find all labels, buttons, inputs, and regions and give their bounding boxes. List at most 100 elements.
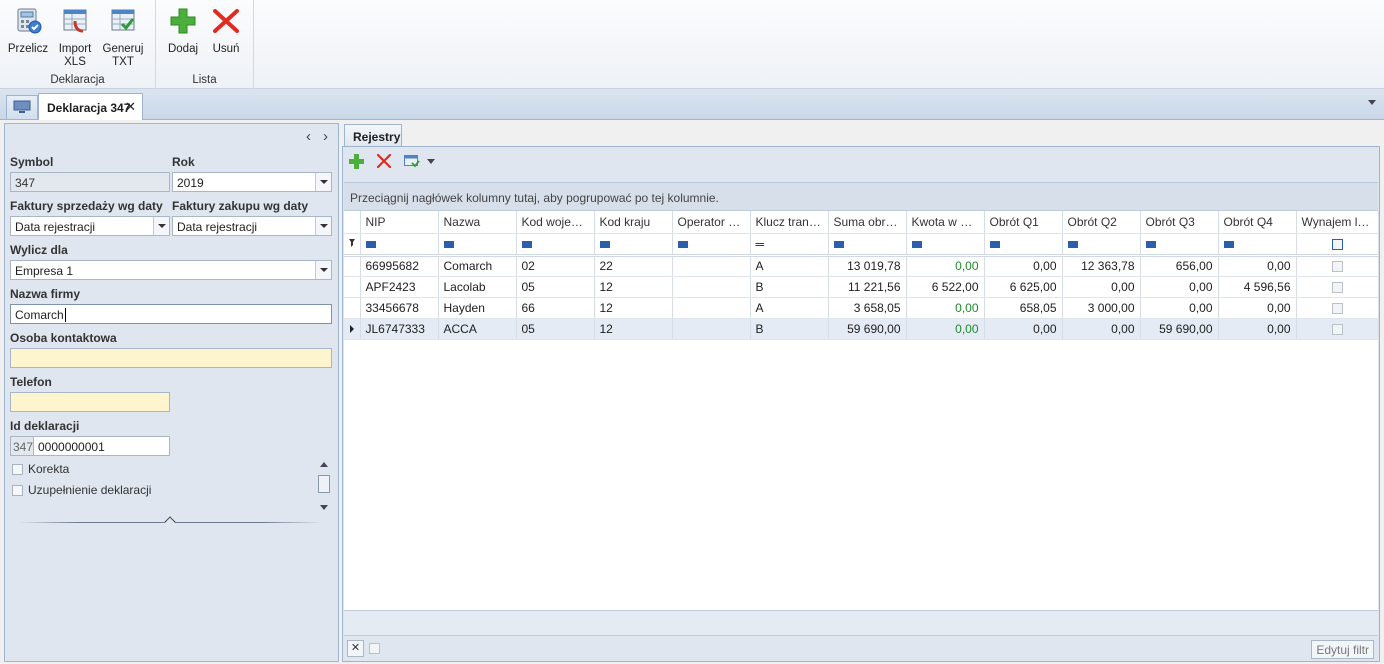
generuj-txt-button[interactable]: Generuj TXT [100,4,146,69]
table-cell[interactable]: 66 [516,297,595,319]
table-cell[interactable]: A [750,297,829,319]
table-cell[interactable]: ACCA [438,318,517,340]
table-cell[interactable]: 22 [594,255,673,277]
chevron-down-icon[interactable] [315,173,331,191]
edit-filter-button[interactable]: Edytuj filtr [1311,640,1374,659]
table-cell[interactable]: 0,00 [1140,276,1219,298]
wynajem-checkbox[interactable] [1331,323,1343,335]
wynajem-checkbox[interactable] [1331,302,1343,314]
export-dropdown-icon[interactable] [427,159,435,164]
table-cell[interactable]: B [750,318,829,340]
rok-select[interactable]: 2019 [172,172,332,192]
table-cell[interactable]: Lacolab [438,276,517,298]
column-header[interactable]: Kod wojew... [516,211,595,234]
filter-enabled-checkbox[interactable] [366,640,383,657]
table-cell[interactable]: 11 221,56 [828,276,907,298]
filter-cell[interactable] [1140,233,1219,257]
table-row[interactable]: 33456678 Hayden 66 12 A 3 658,05 0,00 658,05 3 0… [344,297,1379,319]
table-cell[interactable]: 66995682 [360,255,439,277]
nav-prev-icon[interactable]: ‹ [306,128,311,145]
table-cell[interactable] [672,276,751,298]
column-header[interactable]: Nazwa [438,211,517,234]
table-cell[interactable]: 3 000,00 [1062,297,1141,319]
table-cell[interactable]: 12 [594,276,673,298]
table-cell[interactable]: 6 522,00 [906,276,985,298]
table-cell[interactable]: 658,05 [984,297,1063,319]
przelicz-button[interactable]: Przelicz [6,4,50,56]
table-cell[interactable]: 0,00 [1218,255,1297,277]
table-cell[interactable]: APF2423 [360,276,439,298]
sales-date-select[interactable]: Data rejestracji [10,216,170,236]
table-cell[interactable]: 0,00 [1062,318,1141,340]
scroll-up-icon[interactable] [320,462,328,467]
wynajem-checkbox[interactable] [1331,281,1343,293]
column-header[interactable]: Suma obrot... [828,211,907,234]
table-cell[interactable]: 02 [516,255,595,277]
table-cell[interactable]: 0,00 [984,255,1063,277]
column-header[interactable]: Operator w... [672,211,751,234]
table-cell[interactable]: 0,00 [1218,318,1297,340]
table-cell[interactable]: 0,00 [906,318,985,340]
filter-pin-icon[interactable] [344,233,361,257]
table-cell[interactable]: 59 690,00 [1140,318,1219,340]
table-cell[interactable]: 59 690,00 [828,318,907,340]
scroll-thumb[interactable] [318,475,330,493]
column-header[interactable]: Obrót Q2 [1062,211,1141,234]
filter-cell[interactable] [1218,233,1297,257]
table-row[interactable]: 66995682 Comarch 02 22 A 13 019,78 0,00 0,00 12 … [344,255,1379,277]
table-cell[interactable]: 656,00 [1140,255,1219,277]
filter-cell[interactable] [672,233,751,257]
column-header[interactable]: Obrót Q3 [1140,211,1219,234]
column-header[interactable]: Klucz transa... [750,211,829,234]
table-cell[interactable]: 6 625,00 [984,276,1063,298]
table-cell[interactable] [672,255,751,277]
filter-cell[interactable] [516,233,595,257]
table-cell[interactable]: 12 [594,297,673,319]
tab-rejestry[interactable]: Rejestry [344,124,402,147]
filter-cell[interactable] [360,233,439,257]
tab-deklaracja-347[interactable]: Deklaracja 347 ✕ [38,93,143,120]
table-cell[interactable]: Comarch [438,255,517,277]
clear-filter-icon[interactable]: ✕ [347,640,364,657]
table-cell[interactable] [1296,318,1379,340]
scroll-down-icon[interactable] [320,505,328,510]
table-cell[interactable]: Hayden [438,297,517,319]
purchase-date-select[interactable]: Data rejestracji [172,216,332,236]
home-tab[interactable] [6,95,38,119]
table-cell[interactable] [1296,297,1379,319]
table-cell[interactable]: B [750,276,829,298]
add-row-icon[interactable] [349,154,364,169]
column-header[interactable]: Kwota w go... [906,211,985,234]
table-cell[interactable]: A [750,255,829,277]
export-grid-icon[interactable] [404,155,420,169]
delete-row-icon[interactable] [377,154,391,168]
filter-cell[interactable] [828,233,907,257]
company-name-input[interactable]: Comarch [10,304,332,324]
table-cell[interactable]: 0,00 [1140,297,1219,319]
table-cell[interactable] [1296,255,1379,277]
table-cell[interactable]: 13 019,78 [828,255,907,277]
table-row[interactable]: JL6747333 ACCA 05 12 B 59 690,00 0,00 0,00 0,00 5… [344,318,1379,340]
table-cell[interactable]: 0,00 [1218,297,1297,319]
table-cell[interactable]: 12 363,78 [1062,255,1141,277]
table-cell[interactable]: 05 [516,276,595,298]
filter-cell[interactable] [1062,233,1141,257]
nav-next-icon[interactable]: › [323,128,328,145]
table-cell[interactable] [1296,276,1379,298]
chevron-down-icon[interactable] [153,217,169,235]
filter-cell[interactable] [906,233,985,257]
filter-cell[interactable] [438,233,517,257]
contact-person-input[interactable] [10,348,332,368]
collapse-up-icon[interactable] [164,516,176,528]
form-scrollbar[interactable] [317,460,331,516]
usun-button[interactable]: Usuń [208,4,244,56]
chevron-down-icon[interactable] [315,261,331,279]
table-cell[interactable] [672,318,751,340]
column-header[interactable]: Obrót Q4 [1218,211,1297,234]
table-cell[interactable]: 0,00 [984,318,1063,340]
table-cell[interactable]: 0,00 [906,255,985,277]
filter-checkbox[interactable] [1331,238,1343,250]
table-cell[interactable] [672,297,751,319]
column-header[interactable]: NIP [360,211,439,234]
table-cell[interactable]: 05 [516,318,595,340]
